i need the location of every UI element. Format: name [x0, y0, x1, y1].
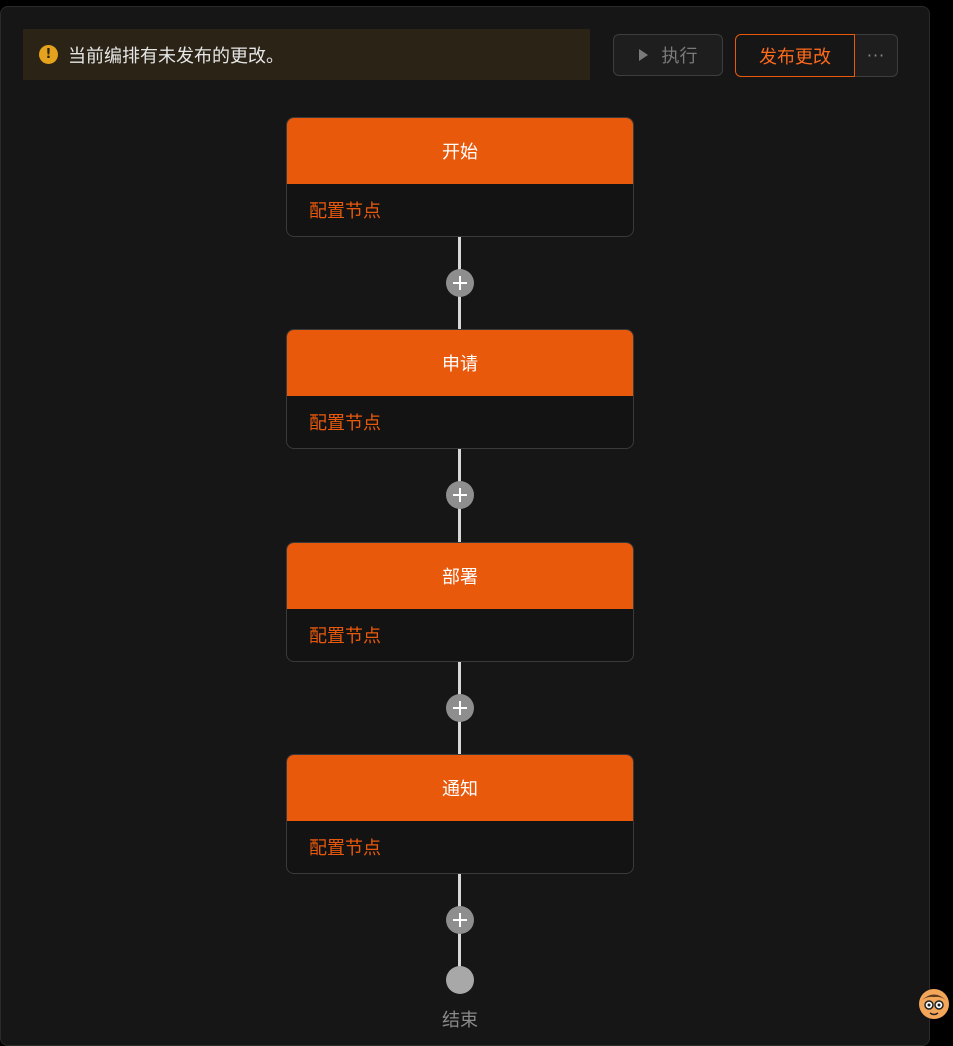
configure-node-link[interactable]: 配置节点: [287, 396, 633, 448]
node-title: 开始: [287, 118, 633, 184]
warning-icon: !: [39, 45, 58, 64]
end-node-dot: [446, 966, 474, 994]
run-button[interactable]: 执行: [613, 34, 723, 76]
play-icon: [638, 49, 648, 61]
workflow-node-deploy[interactable]: 部署 配置节点: [286, 542, 634, 662]
unpublished-changes-banner: ! 当前编排有未发布的更改。: [23, 29, 590, 80]
workflow-node-start[interactable]: 开始 配置节点: [286, 117, 634, 237]
configure-node-link[interactable]: 配置节点: [287, 609, 633, 661]
add-node-button[interactable]: [446, 481, 474, 509]
publish-button-group: 发布更改 ···: [735, 34, 898, 77]
node-title: 申请: [287, 330, 633, 396]
end-node-label: 结束: [442, 1010, 478, 1031]
workflow-node-apply[interactable]: 申请 配置节点: [286, 329, 634, 449]
add-node-button[interactable]: [446, 694, 474, 722]
node-title: 部署: [287, 543, 633, 609]
run-button-label: 执行: [661, 46, 698, 67]
more-options-button[interactable]: ···: [855, 34, 898, 77]
add-node-button[interactable]: [446, 269, 474, 297]
assistant-avatar-icon[interactable]: [918, 988, 950, 1020]
configure-node-link[interactable]: 配置节点: [287, 184, 633, 236]
add-node-button[interactable]: [446, 906, 474, 934]
workflow-node-notify[interactable]: 通知 配置节点: [286, 754, 634, 874]
publish-changes-button[interactable]: 发布更改: [735, 34, 855, 77]
banner-message: 当前编排有未发布的更改。: [68, 45, 284, 67]
configure-node-link[interactable]: 配置节点: [287, 821, 633, 873]
node-title: 通知: [287, 755, 633, 821]
